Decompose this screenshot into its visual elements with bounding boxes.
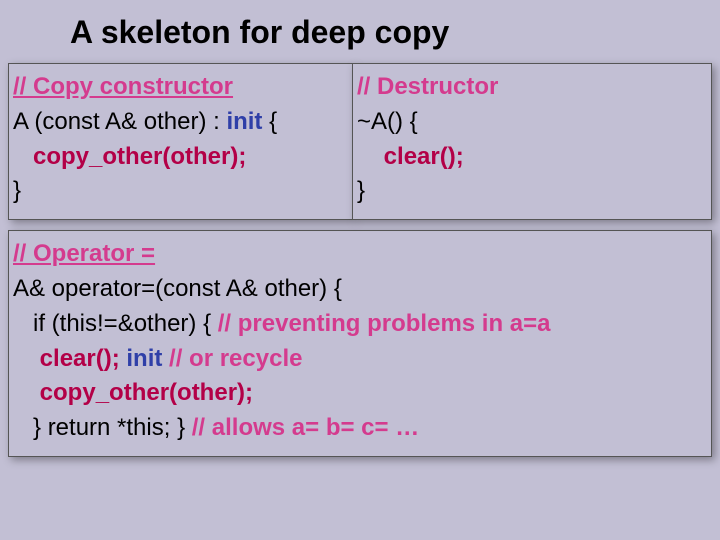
- op-init: init: [126, 345, 162, 372]
- op-if: if (this!=&other) {: [13, 310, 218, 337]
- top-row: // Copy constructor A (const A& other) :…: [8, 63, 712, 220]
- copyctor-sig-a: A (const A& other) :: [13, 108, 226, 135]
- op-comment: // Operator =: [13, 240, 155, 267]
- op-return: } return *this; }: [13, 414, 192, 441]
- copyctor-init: init: [226, 108, 262, 135]
- op-allows-comment: // allows a= b= c= …: [192, 414, 419, 441]
- dtor-call: clear();: [384, 143, 464, 170]
- dtor-close: }: [357, 177, 365, 204]
- dtor-comment: // Destructor: [357, 73, 498, 100]
- operator-eq-box: // Operator = A& operator=(const A& othe…: [8, 230, 712, 457]
- copyctor-comment: // Copy constructor: [13, 73, 233, 100]
- op-copy: copy_other(other);: [40, 379, 253, 406]
- copyctor-close: }: [13, 177, 21, 204]
- op-clear: clear();: [40, 345, 120, 372]
- slide: A skeleton for deep copy // Copy constru…: [0, 0, 720, 540]
- copyctor-call: copy_other(other);: [33, 143, 246, 170]
- copyctor-sig-c: {: [262, 108, 277, 135]
- slide-title: A skeleton for deep copy: [8, 14, 712, 51]
- dtor-sig: ~A() {: [357, 108, 418, 135]
- op-recycle-comment: // or recycle: [169, 345, 302, 372]
- copy-constructor-box: // Copy constructor A (const A& other) :…: [8, 63, 353, 220]
- destructor-box: // Destructor ~A() { clear(); }: [352, 63, 712, 220]
- op-sig: A& operator=(const A& other) {: [13, 275, 342, 302]
- op-prevent-comment: // preventing problems in a=a: [218, 310, 551, 337]
